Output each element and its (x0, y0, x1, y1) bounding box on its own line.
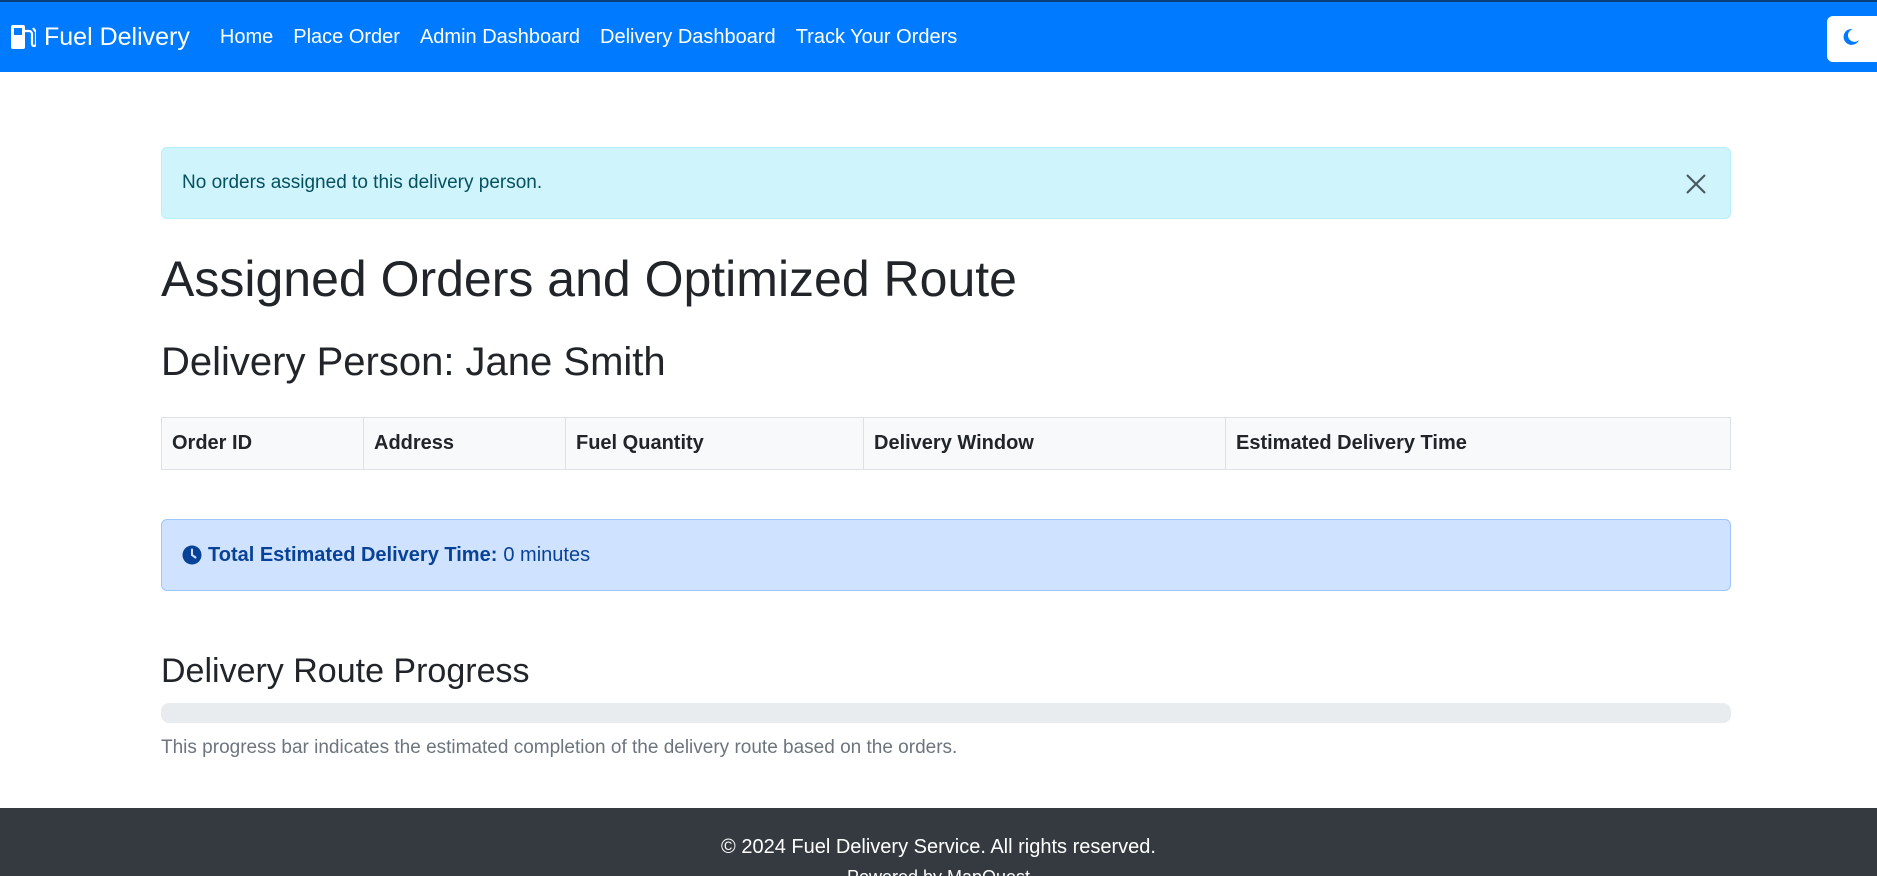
route-progress-bar (161, 703, 1731, 723)
total-time-alert: Total Estimated Delivery Time: 0 minutes (161, 519, 1731, 591)
page-title: Assigned Orders and Optimized Route (161, 251, 1017, 307)
theme-toggle-button[interactable] (1827, 16, 1877, 62)
table-header-row: Order ID Address Fuel Quantity Delivery … (161, 417, 1731, 470)
total-time-label: Total Estimated Delivery Time: (208, 543, 498, 566)
total-time-value: 0 minutes (503, 543, 591, 566)
footer-extra: Powered by MapQuest (0, 867, 1877, 876)
column-header-order-id: Order ID (161, 417, 364, 470)
brand-text: Fuel Delivery (44, 22, 190, 51)
no-orders-alert: No orders assigned to this delivery pers… (161, 147, 1731, 219)
gas-pump-icon (10, 23, 38, 51)
brand-link[interactable]: Fuel Delivery (10, 23, 190, 52)
orders-table: Order ID Address Fuel Quantity Delivery … (161, 417, 1731, 470)
nav-links: Home Place Order Admin Dashboard Deliver… (210, 26, 967, 49)
close-icon[interactable] (1682, 170, 1710, 198)
delivery-person-heading: Delivery Person: Jane Smith (161, 340, 666, 384)
nav-link-place-order[interactable]: Place Order (293, 26, 400, 49)
nav-link-home[interactable]: Home (220, 26, 273, 49)
moon-icon (1841, 27, 1861, 52)
column-header-delivery-window: Delivery Window (863, 417, 1226, 470)
progress-note: This progress bar indicates the estimate… (161, 737, 958, 758)
column-header-fuel-quantity: Fuel Quantity (565, 417, 864, 470)
footer: © 2024 Fuel Delivery Service. All rights… (0, 808, 1877, 876)
column-header-address: Address (363, 417, 566, 470)
column-header-estimated-time: Estimated Delivery Time (1225, 417, 1731, 470)
nav-link-delivery-dashboard[interactable]: Delivery Dashboard (600, 26, 776, 49)
navbar: Fuel Delivery Home Place Order Admin Das… (0, 0, 1877, 72)
nav-link-admin-dashboard[interactable]: Admin Dashboard (420, 26, 580, 49)
alert-message: No orders assigned to this delivery pers… (182, 172, 543, 193)
clock-icon (182, 545, 202, 565)
nav-link-track-orders[interactable]: Track Your Orders (796, 26, 958, 49)
footer-copyright: © 2024 Fuel Delivery Service. All rights… (721, 836, 1156, 858)
progress-title: Delivery Route Progress (161, 652, 530, 690)
